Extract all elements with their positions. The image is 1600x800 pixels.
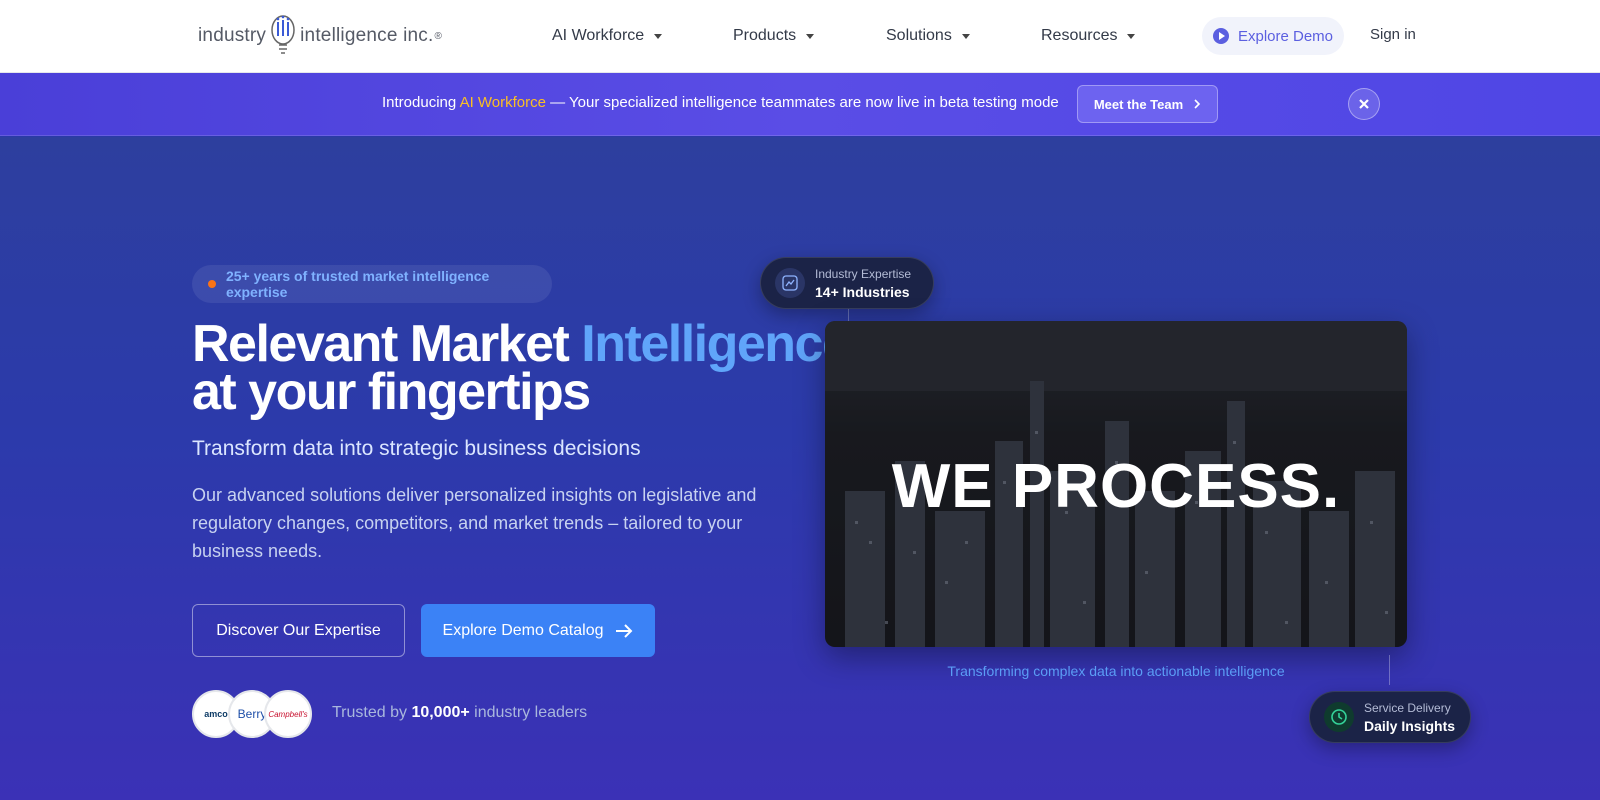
client-name: Berry bbox=[237, 707, 267, 721]
trusted-prefix: Trusted by bbox=[332, 704, 412, 721]
trend-chart-icon bbox=[775, 268, 805, 298]
clock-icon bbox=[1324, 702, 1354, 732]
announcement-intro: Introducing bbox=[382, 94, 460, 111]
registered-mark: ® bbox=[434, 30, 443, 42]
nav-label: Products bbox=[733, 27, 797, 44]
hero-section: 25+ years of trusted market intelligence… bbox=[0, 137, 1600, 800]
meet-the-team-button[interactable]: Meet the Team bbox=[1077, 85, 1218, 123]
caret-down-icon bbox=[1127, 33, 1136, 39]
caret-down-icon bbox=[654, 33, 663, 39]
announcement-highlight[interactable]: AI Workforce bbox=[460, 94, 546, 111]
image-caption: Transforming complex data into actionabl… bbox=[947, 663, 1285, 679]
client-logos: amco Berry Campbell's bbox=[192, 690, 312, 738]
explore-demo-button[interactable]: Explore Demo bbox=[1202, 17, 1344, 55]
site-header: industry intelligence inc. ® AI Workforce… bbox=[0, 0, 1600, 73]
explore-catalog-label: Explore Demo Catalog bbox=[442, 621, 604, 639]
close-announcement-button[interactable] bbox=[1348, 88, 1380, 120]
nav-resources[interactable]: Resources bbox=[1041, 24, 1136, 48]
badge-dot-icon bbox=[208, 280, 216, 288]
trusted-by-text: Trusted by 10,000+ industry leaders bbox=[332, 704, 587, 722]
company-logo[interactable]: industry intelligence inc. ® bbox=[198, 12, 442, 60]
nav-ai-workforce[interactable]: AI Workforce bbox=[552, 24, 663, 48]
service-delivery-pill: Service Delivery Daily Insights bbox=[1309, 691, 1471, 743]
play-icon bbox=[1212, 28, 1229, 44]
hero-description: Our advanced solutions deliver personali… bbox=[192, 485, 757, 561]
nav-label: Solutions bbox=[886, 27, 952, 44]
announcement-bar: Introducing AI Workforce — Your speciali… bbox=[0, 73, 1600, 136]
logo-text-intelligence: intelligence inc. bbox=[300, 25, 434, 46]
sign-in-link[interactable]: Sign in bbox=[1370, 26, 1416, 43]
experience-badge: 25+ years of trusted market intelligence… bbox=[192, 265, 552, 303]
image-headline: WE PROCESS. bbox=[891, 452, 1341, 521]
industry-expertise-pill: Industry Expertise 14+ Industries bbox=[760, 257, 934, 309]
pill-label: Industry Expertise bbox=[815, 266, 912, 281]
title-accent: Intelligence bbox=[581, 315, 851, 373]
arrow-right-icon bbox=[616, 623, 633, 638]
client-name: Campbell's bbox=[268, 709, 308, 719]
city-skyline-image: WE PROCESS. bbox=[825, 321, 1407, 647]
trusted-suffix: industry leaders bbox=[469, 704, 588, 721]
pill-value: 14+ Industries bbox=[815, 283, 910, 300]
nav-label: Resources bbox=[1041, 27, 1118, 44]
nav-solutions[interactable]: Solutions bbox=[886, 24, 970, 48]
client-logo-campbells: Campbell's bbox=[264, 690, 312, 738]
title-line2: at your fingertips bbox=[192, 363, 591, 421]
hero-title: Relevant Market Intelligence at your fin… bbox=[192, 318, 851, 418]
trusted-count: 10,000+ bbox=[411, 704, 470, 721]
chevron-right-icon bbox=[1194, 99, 1201, 109]
pill-label: Service Delivery bbox=[1364, 700, 1451, 715]
announcement-text: Introducing AI Workforce — Your speciali… bbox=[382, 94, 1059, 111]
hero-subheading: Transform data into strategic business d… bbox=[192, 437, 641, 460]
connector-line bbox=[1389, 655, 1390, 685]
explore-demo-catalog-button[interactable]: Explore Demo Catalog bbox=[421, 604, 655, 657]
meet-team-label: Meet the Team bbox=[1093, 96, 1184, 112]
badge-text: 25+ years of trusted market intelligence… bbox=[225, 268, 490, 300]
logo-text-industry: industry bbox=[198, 25, 267, 46]
announcement-rest: — Your specialized intelligence teammate… bbox=[545, 94, 1059, 111]
discover-expertise-button[interactable]: Discover Our Expertise bbox=[192, 604, 405, 657]
explore-demo-label: Explore Demo bbox=[1237, 27, 1334, 45]
lightbulb-logo-icon bbox=[270, 12, 296, 60]
caret-down-icon bbox=[961, 33, 970, 39]
nav-label: AI Workforce bbox=[552, 27, 645, 44]
close-icon bbox=[1359, 99, 1369, 109]
nav-products[interactable]: Products bbox=[733, 24, 815, 48]
caret-down-icon bbox=[806, 33, 815, 39]
pill-value: Daily Insights bbox=[1364, 717, 1456, 734]
client-name: amco bbox=[204, 709, 228, 719]
